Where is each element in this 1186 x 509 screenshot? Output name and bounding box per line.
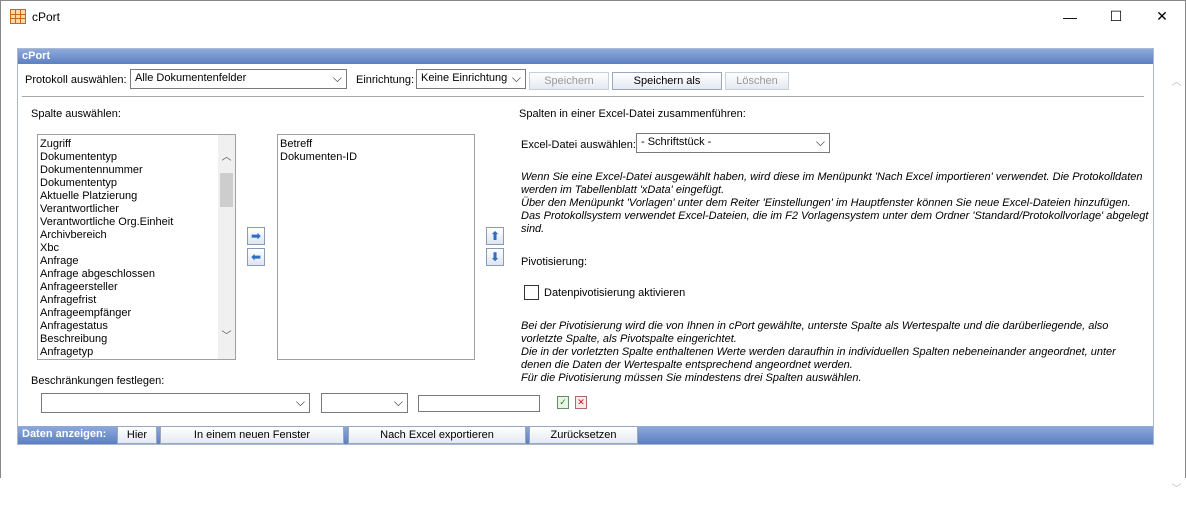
available-column-item[interactable]: Anfrage bbox=[38, 255, 235, 268]
arrow-up-icon: ⬆ bbox=[489, 229, 501, 243]
chevron-down-icon: ⌵ bbox=[815, 135, 825, 149]
scroll-up-icon[interactable]: ︿ bbox=[1168, 73, 1185, 88]
available-columns-list[interactable]: Zugriff Dokumententyp Dokumentennummer Doku… bbox=[37, 134, 236, 360]
maximize-button[interactable]: ☐ bbox=[1093, 1, 1139, 32]
close-button[interactable]: ✕ bbox=[1139, 1, 1185, 32]
arrow-right-icon: ➡ bbox=[250, 229, 262, 243]
excel-info-line: werden im Tabellenblatt 'xData' eingefüg… bbox=[521, 184, 725, 196]
excel-info-line: sind. bbox=[521, 223, 545, 235]
constraint-operator-select[interactable]: ⌵ bbox=[321, 393, 408, 413]
excel-file-select[interactable]: - Schriftstück - ⌵ bbox=[636, 133, 830, 153]
pivot-info-line: vorletzte Spalte, als Pivotspalte einger… bbox=[521, 333, 737, 345]
excel-file-select-value: - Schriftstück - bbox=[641, 136, 712, 148]
protokoll-label: Protokoll auswählen: bbox=[25, 74, 127, 86]
excel-info-line: Wenn Sie eine Excel-Datei ausgewählt hab… bbox=[521, 171, 1143, 183]
selected-columns-list[interactable]: Betreff Dokumenten-ID bbox=[277, 134, 475, 360]
excel-file-label: Excel-Datei auswählen: bbox=[521, 139, 636, 151]
selected-column-item[interactable]: Betreff bbox=[278, 138, 474, 151]
scroll-down-icon[interactable]: ﹀ bbox=[1168, 480, 1185, 495]
panel-header: cPort bbox=[18, 49, 1153, 64]
available-column-item[interactable]: Dokumententyp bbox=[38, 177, 235, 190]
excel-info-line: Das Protokollsystem verwendet Excel-Date… bbox=[521, 210, 1149, 222]
available-column-item[interactable]: Zugriff bbox=[38, 138, 235, 151]
available-column-item[interactable]: Anfrageempfänger bbox=[38, 307, 235, 320]
speichern-als-button[interactable]: Speichern als bbox=[612, 72, 722, 90]
protokoll-select[interactable]: Alle Dokumentenfelder ⌵ bbox=[130, 69, 347, 89]
constraint-value-input[interactable] bbox=[418, 395, 540, 412]
move-right-button[interactable]: ➡ bbox=[247, 227, 265, 245]
excel-info-text: Wenn Sie eine Excel-Datei ausgewählt hab… bbox=[521, 171, 1148, 236]
toolbar-divider bbox=[22, 96, 1144, 97]
available-column-item[interactable]: Verantwortlicher bbox=[38, 203, 235, 216]
app-window: cPort — ☐ ✕ cPort Protokoll auswählen: A… bbox=[0, 0, 1186, 509]
window-title: cPort bbox=[32, 10, 61, 24]
hier-button[interactable]: Hier bbox=[117, 426, 157, 444]
minimize-button[interactable]: — bbox=[1047, 1, 1093, 32]
einrichtung-select[interactable]: Keine Einrichtung ⌵ bbox=[416, 69, 526, 89]
neues-fenster-button[interactable]: In einem neuen Fenster bbox=[160, 426, 344, 444]
speichern-button[interactable]: Speichern bbox=[529, 72, 609, 90]
excel-export-button[interactable]: Nach Excel exportieren bbox=[348, 426, 526, 444]
scroll-down-icon[interactable]: ﹀ bbox=[218, 328, 235, 345]
available-column-item[interactable]: Dokumentennummer bbox=[38, 164, 235, 177]
available-column-item[interactable]: Aktuelle Platzierung bbox=[38, 190, 235, 203]
title-bar: cPort — ☐ ✕ bbox=[1, 1, 1185, 32]
available-column-item[interactable]: Anfragefrist bbox=[38, 294, 235, 307]
available-columns-scrollbar[interactable]: ︿ ﹀ bbox=[218, 135, 235, 359]
remove-constraint-icon[interactable]: ✕ bbox=[575, 396, 587, 409]
pivot-info-line: Die in der vorletzten Spalte enthaltenen… bbox=[521, 346, 1116, 358]
add-constraint-icon[interactable]: ✓ bbox=[557, 396, 569, 409]
einrichtung-label: Einrichtung: bbox=[356, 74, 415, 86]
excel-title: Spalten in einer Excel-Datei zusammenfüh… bbox=[519, 108, 746, 120]
client-area: cPort Protokoll auswählen: Alle Dokument… bbox=[1, 32, 1185, 509]
available-column-item[interactable]: Anfrageersteller bbox=[38, 281, 235, 294]
scroll-thumb[interactable] bbox=[220, 173, 233, 207]
window-scrollbar[interactable]: ︿ ﹀ bbox=[1168, 63, 1185, 509]
excel-info-line: Über den Menüpunkt 'Vorlagen' unter dem … bbox=[521, 197, 1131, 209]
einrichtung-select-value: Keine Einrichtung bbox=[421, 72, 508, 84]
move-left-button[interactable]: ⬅ bbox=[247, 248, 265, 266]
available-column-item[interactable]: Anfragetyp bbox=[38, 346, 235, 359]
spalte-label: Spalte auswählen: bbox=[31, 108, 121, 120]
available-column-item[interactable]: Xbc bbox=[38, 242, 235, 255]
selected-column-item[interactable]: Dokumenten-ID bbox=[278, 151, 474, 164]
protokoll-select-value: Alle Dokumentenfelder bbox=[135, 72, 247, 84]
cport-panel: cPort Protokoll auswählen: Alle Dokument… bbox=[17, 48, 1154, 445]
constraint-field-select[interactable]: ⌵ bbox=[41, 393, 310, 413]
pivot-info-text: Bei der Pivotisierung wird die von Ihnen… bbox=[521, 320, 1116, 385]
pivot-info-line: Für die Pivotisierung müssen Sie mindest… bbox=[521, 372, 862, 384]
arrow-down-icon: ⬇ bbox=[489, 250, 501, 264]
app-icon bbox=[10, 9, 26, 24]
available-column-item[interactable]: Verantwortliche Org.Einheit bbox=[38, 216, 235, 229]
pivot-checkbox-label: Datenpivotisierung aktivieren bbox=[544, 287, 686, 299]
chevron-down-icon: ⌵ bbox=[295, 395, 305, 409]
chevron-down-icon: ⌵ bbox=[393, 395, 403, 409]
available-column-item[interactable]: Beschreibung bbox=[38, 333, 235, 346]
pivot-info-line: denen die Daten der Wertespalte entsprec… bbox=[521, 359, 853, 371]
available-column-item[interactable]: Anfragestatus bbox=[38, 320, 235, 333]
pivot-title: Pivotisierung: bbox=[521, 256, 588, 268]
daten-anzeigen-label: Daten anzeigen: bbox=[22, 428, 107, 440]
available-column-item[interactable]: Archivbereich bbox=[38, 229, 235, 242]
move-down-button[interactable]: ⬇ bbox=[486, 248, 504, 266]
available-column-item[interactable]: Dokumententyp bbox=[38, 151, 235, 164]
arrow-left-icon: ⬅ bbox=[250, 250, 262, 264]
available-column-item[interactable]: Anfrage abgeschlossen bbox=[38, 268, 235, 281]
zuruecksetzen-button[interactable]: Zurücksetzen bbox=[529, 426, 638, 444]
chevron-down-icon: ⌵ bbox=[332, 71, 342, 85]
loeschen-button[interactable]: Löschen bbox=[725, 72, 789, 90]
pivot-checkbox[interactable] bbox=[524, 285, 539, 300]
chevron-down-icon: ⌵ bbox=[511, 71, 521, 85]
pivot-info-line: Bei der Pivotisierung wird die von Ihnen… bbox=[521, 320, 1109, 332]
move-up-button[interactable]: ⬆ bbox=[486, 227, 504, 245]
scroll-up-icon[interactable]: ︿ bbox=[218, 149, 235, 166]
bottom-bar: Daten anzeigen: Hier In einem neuen Fens… bbox=[18, 426, 1153, 444]
beschraenkungen-label: Beschränkungen festlegen: bbox=[31, 375, 165, 387]
